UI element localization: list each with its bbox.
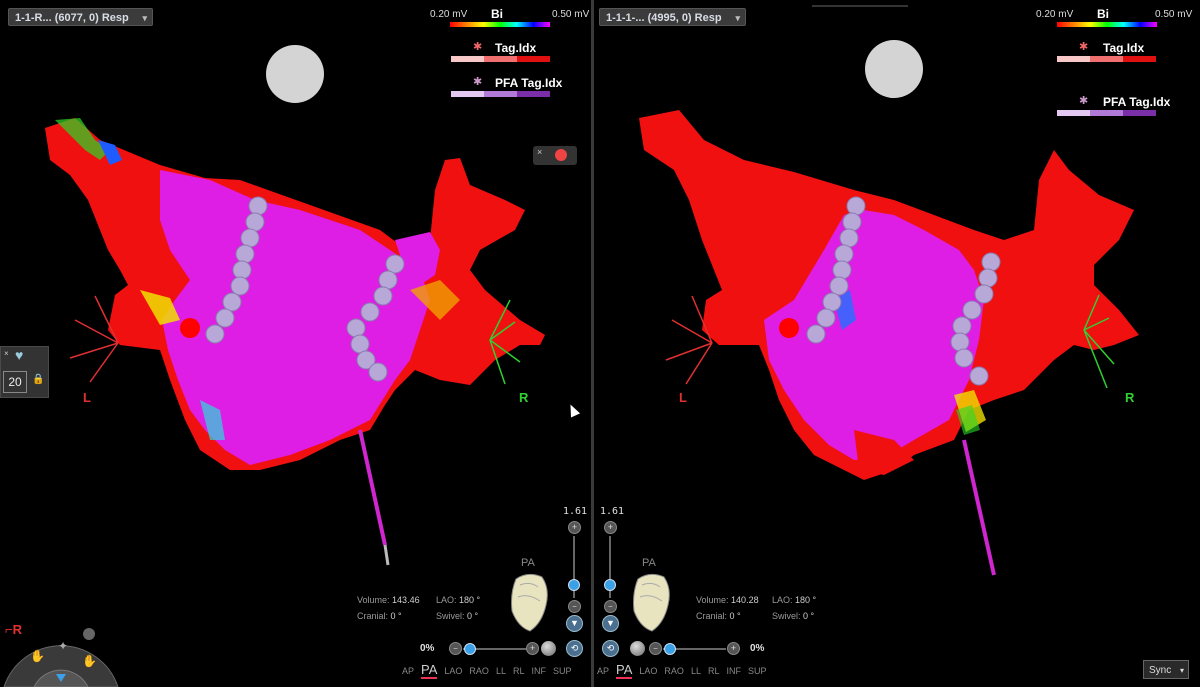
left-globe-icon[interactable] bbox=[541, 641, 556, 656]
left-swivel: Swivel: 0 ° bbox=[436, 611, 479, 621]
right-zoom-in-button[interactable]: + bbox=[604, 521, 617, 534]
lock-icon[interactable]: 🔒 bbox=[32, 374, 44, 385]
side-tool-panel: × ♥ 20 🔒 bbox=[0, 346, 49, 398]
right-globe-icon[interactable] bbox=[630, 641, 645, 656]
chevron-down-icon: ▾ bbox=[1179, 666, 1184, 675]
left-map-viewport[interactable]: 1-1-R... (6077, 0) Resp ▾ 0.20 mV Bi 0.5… bbox=[0, 0, 591, 687]
right-zoom-out-button[interactable]: − bbox=[604, 600, 617, 613]
view-sup-button[interactable]: SUP bbox=[553, 666, 572, 676]
left-view-label: PA bbox=[521, 557, 535, 569]
view-lao-button[interactable]: LAO bbox=[444, 666, 462, 676]
close-icon[interactable]: × bbox=[4, 349, 9, 358]
right-swivel: Swivel: 0 ° bbox=[772, 611, 815, 621]
right-zoom-value: 1.61 bbox=[600, 506, 625, 517]
left-heart-orientation-icon[interactable] bbox=[508, 571, 552, 633]
right-anatomy-model[interactable] bbox=[594, 0, 1200, 687]
left-cranial: Cranial: 0 ° bbox=[357, 611, 402, 621]
left-zoom-value: 1.61 bbox=[563, 506, 588, 517]
view-ll-button[interactable]: LL bbox=[496, 666, 506, 676]
left-axis-label: L bbox=[83, 390, 91, 405]
right-zoom-knob[interactable] bbox=[604, 579, 616, 591]
view-pa-button[interactable]: PA bbox=[616, 662, 633, 679]
left-view-bar: AP PA LAO RAO LL RL INF SUP bbox=[402, 662, 578, 679]
left-lao: LAO: 180 ° bbox=[436, 595, 481, 605]
view-inf-button[interactable]: INF bbox=[531, 666, 546, 676]
view-rl-button[interactable]: RL bbox=[708, 666, 720, 676]
right-axis-label: R bbox=[1125, 390, 1135, 405]
left-transparency-value: 0% bbox=[420, 643, 435, 654]
right-transparency-value: 0% bbox=[750, 643, 765, 654]
right-transparency-knob[interactable] bbox=[664, 643, 676, 655]
heart-list-icon[interactable]: ♥ bbox=[15, 347, 23, 363]
right-transparency-minus[interactable]: − bbox=[649, 642, 662, 655]
left-zoom-in-button[interactable]: + bbox=[568, 521, 581, 534]
svg-text:✋: ✋ bbox=[30, 649, 45, 663]
view-rl-button[interactable]: RL bbox=[513, 666, 525, 676]
left-reset-view-button[interactable]: ⟲ bbox=[566, 640, 583, 657]
left-transparency-plus[interactable]: + bbox=[526, 642, 539, 655]
view-inf-button[interactable]: INF bbox=[726, 666, 741, 676]
left-anatomy-model[interactable] bbox=[0, 0, 591, 687]
right-lao: LAO: 180 ° bbox=[772, 595, 817, 605]
point-count-box[interactable]: 20 bbox=[3, 371, 27, 393]
right-map-viewport[interactable]: 1-1-1-... (4995, 0) Resp ▾ 0.20 mV Bi 0.… bbox=[594, 0, 1200, 687]
view-lao-button[interactable]: LAO bbox=[639, 666, 657, 676]
recording-icon[interactable]: ⌐R bbox=[5, 622, 22, 637]
right-reset-view-button[interactable]: ⟲ bbox=[602, 640, 619, 657]
left-axis-label: L bbox=[679, 390, 687, 405]
right-view-bar: AP PA LAO RAO LL RL INF SUP bbox=[597, 662, 773, 679]
left-transparency-knob[interactable] bbox=[464, 643, 476, 655]
right-heart-orientation-icon[interactable] bbox=[630, 571, 674, 633]
svg-text:✋: ✋ bbox=[82, 654, 97, 668]
svg-text:✦: ✦ bbox=[58, 639, 68, 653]
right-collapse-button[interactable]: ▼ bbox=[602, 615, 619, 632]
view-rao-button[interactable]: RAO bbox=[664, 666, 684, 676]
view-ap-button[interactable]: AP bbox=[402, 666, 414, 676]
left-collapse-button[interactable]: ▼ bbox=[566, 615, 583, 632]
left-zoom-out-button[interactable]: − bbox=[568, 600, 581, 613]
sync-select[interactable]: Sync ▾ bbox=[1143, 660, 1189, 679]
right-axis-label: R bbox=[519, 390, 529, 405]
view-ll-button[interactable]: LL bbox=[691, 666, 701, 676]
view-rao-button[interactable]: RAO bbox=[469, 666, 489, 676]
left-volume: Volume: 143.46 bbox=[357, 595, 420, 605]
left-zoom-knob[interactable] bbox=[568, 579, 580, 591]
view-pa-button[interactable]: PA bbox=[421, 662, 438, 679]
view-sup-button[interactable]: SUP bbox=[748, 666, 767, 676]
right-cranial: Cranial: 0 ° bbox=[696, 611, 741, 621]
right-view-label: PA bbox=[642, 557, 656, 569]
sync-label: Sync bbox=[1149, 665, 1172, 676]
right-volume: Volume: 140.28 bbox=[696, 595, 759, 605]
right-transparency-plus[interactable]: + bbox=[727, 642, 740, 655]
view-ap-button[interactable]: AP bbox=[597, 666, 609, 676]
left-transparency-minus[interactable]: − bbox=[449, 642, 462, 655]
